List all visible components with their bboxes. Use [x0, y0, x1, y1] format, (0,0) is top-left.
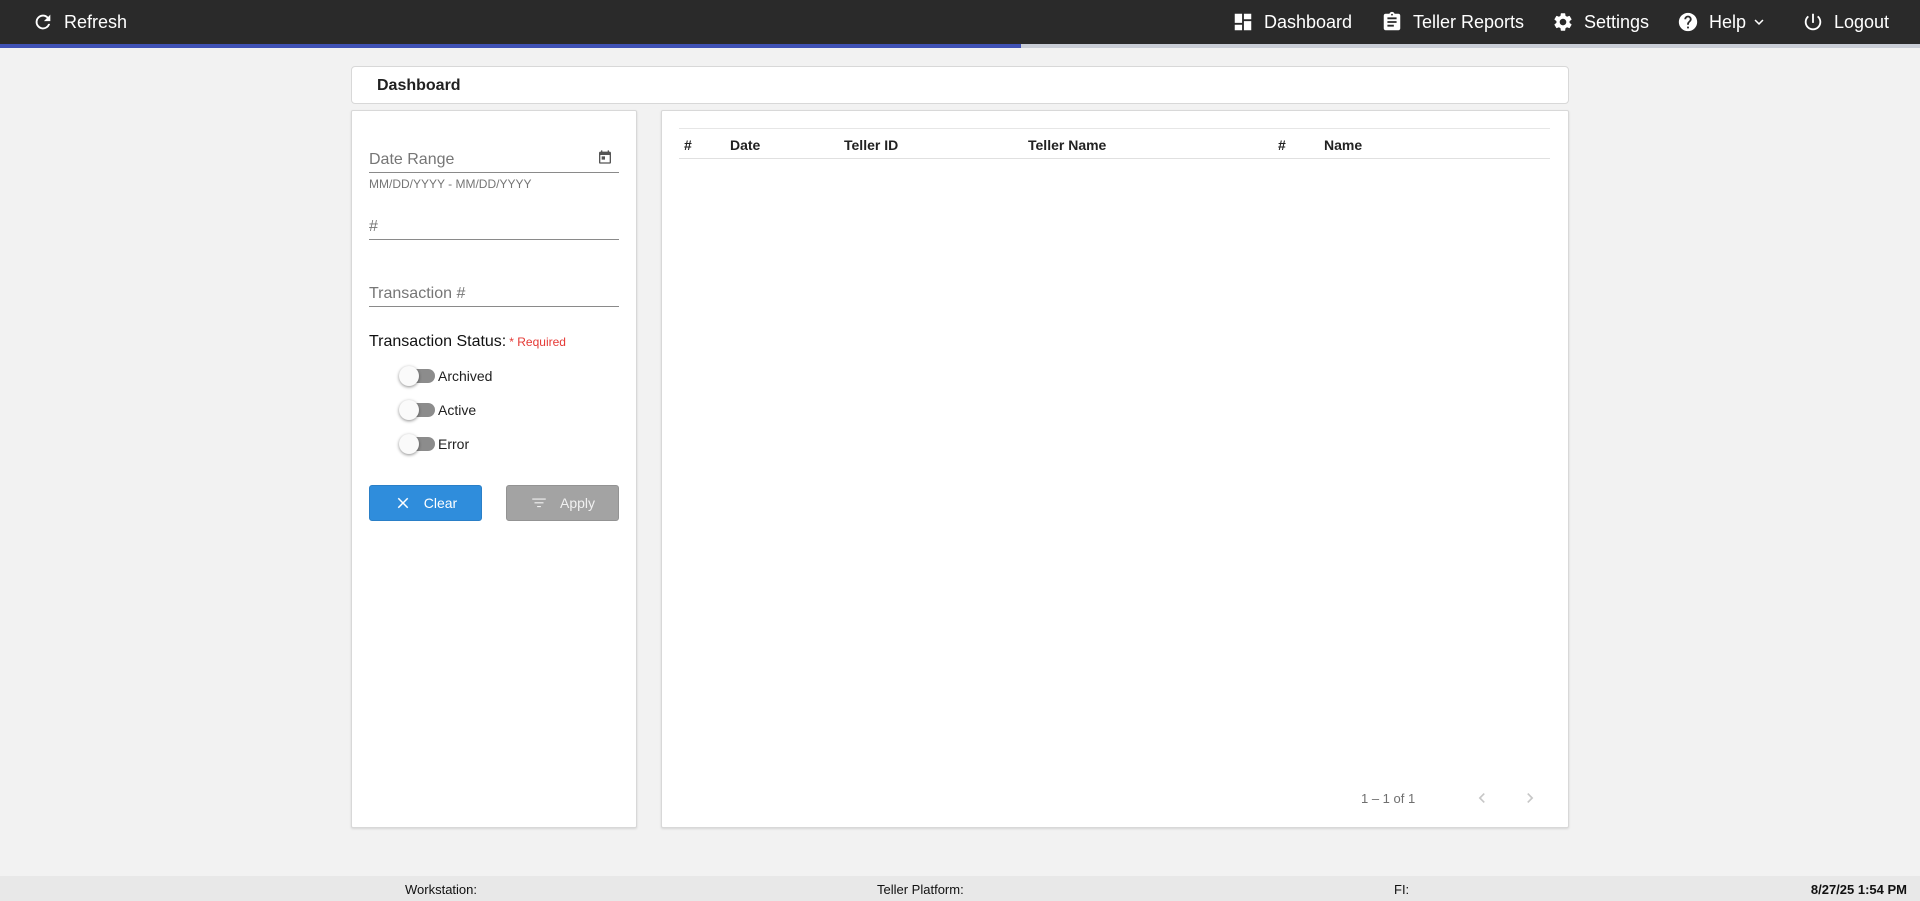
nav-logout[interactable]: Logout [1802, 0, 1889, 44]
nav-dashboard-label: Dashboard [1264, 11, 1353, 32]
datetime-display: 8/27/25 1:54 PM [1810, 882, 1907, 897]
nav-help-label: Help [1709, 11, 1747, 32]
close-icon [397, 497, 409, 509]
column-header-number[interactable]: # [684, 137, 692, 153]
workstation-label: Workstation: [405, 882, 478, 897]
column-header-number-2[interactable]: # [1278, 137, 1286, 153]
nav-settings-label: Settings [1584, 11, 1650, 32]
column-header-name[interactable]: Name [1324, 137, 1362, 153]
transaction-number-placeholder: Transaction # [369, 285, 466, 302]
toggle-active[interactable]: Active [399, 400, 476, 420]
next-page-button[interactable] [1518, 786, 1542, 810]
number-placeholder: # [369, 218, 378, 235]
nav-dashboard[interactable]: Dashboard [1232, 0, 1352, 44]
table-header-row: # Date Teller ID Teller Name # Name [679, 128, 1550, 159]
gear-icon [1554, 13, 1572, 31]
clear-button[interactable]: Clear [369, 485, 482, 521]
apply-button[interactable]: Apply [506, 485, 619, 521]
page-title-card: Dashboard [351, 66, 1569, 104]
previous-page-button[interactable] [1470, 786, 1494, 810]
top-navigation-bar: Refresh Dashboard Teller Reports Setting… [0, 0, 1920, 44]
dashboard-icon [1234, 13, 1252, 31]
nav-help[interactable]: Help [1677, 0, 1768, 44]
filter-panel: Date Range MM/DD/YYYY - MM/DD/YYYY # Tra… [351, 110, 637, 828]
archived-label: Archived [438, 368, 493, 384]
power-icon [1804, 13, 1822, 31]
page-title: Dashboard [377, 77, 461, 94]
toggle-archived[interactable]: Archived [399, 366, 492, 386]
column-header-teller-name[interactable]: Teller Name [1028, 137, 1106, 153]
column-header-teller-id[interactable]: Teller ID [844, 137, 898, 153]
required-indicator: * Required [509, 335, 566, 349]
error-switch[interactable] [399, 434, 435, 454]
column-header-date[interactable]: Date [730, 137, 760, 153]
chevron-down-icon [1754, 19, 1764, 25]
status-footer: Workstation: Teller Platform: FI: 8/27/2… [0, 876, 1920, 901]
refresh-icon [35, 14, 51, 30]
apply-label: Apply [559, 495, 596, 511]
clear-label: Clear [423, 495, 458, 511]
transaction-status-label: Transaction Status: * Required [369, 333, 566, 351]
clipboard-icon [1383, 11, 1401, 31]
date-range-placeholder: Date Range [369, 151, 455, 168]
transaction-status-text: Transaction Status: [369, 333, 507, 350]
archived-switch[interactable] [399, 366, 435, 386]
teller-platform-label: Teller Platform: [877, 882, 964, 897]
fi-label: FI: [1394, 882, 1410, 897]
refresh-label: Refresh [64, 11, 128, 32]
transaction-number-field[interactable]: Transaction # [369, 277, 619, 307]
number-field[interactable]: # [369, 210, 619, 240]
nav-teller-reports-label: Teller Reports [1413, 11, 1525, 32]
filter-icon [532, 498, 546, 508]
nav-logout-label: Logout [1834, 11, 1890, 32]
refresh-button[interactable]: Refresh [32, 0, 127, 44]
pagination-range: 1 – 1 of 1 [1361, 791, 1416, 806]
date-range-hint: MM/DD/YYYY - MM/DD/YYYY [369, 177, 532, 191]
toggle-error[interactable]: Error [399, 434, 469, 454]
date-range-field[interactable]: Date Range [369, 143, 619, 173]
error-label: Error [438, 436, 470, 452]
active-label: Active [438, 402, 477, 418]
chevron-left-icon [1478, 793, 1485, 803]
nav-settings[interactable]: Settings [1552, 0, 1649, 44]
loading-progress-bar [0, 44, 1920, 48]
active-switch[interactable] [399, 400, 435, 420]
progress-fill [0, 44, 1022, 48]
calendar-icon[interactable] [597, 149, 613, 165]
nav-teller-reports[interactable]: Teller Reports [1381, 0, 1524, 44]
results-table-card: # Date Teller ID Teller Name # Name 1 – … [661, 110, 1569, 828]
help-icon [1678, 12, 1698, 32]
chevron-right-icon [1527, 793, 1534, 803]
